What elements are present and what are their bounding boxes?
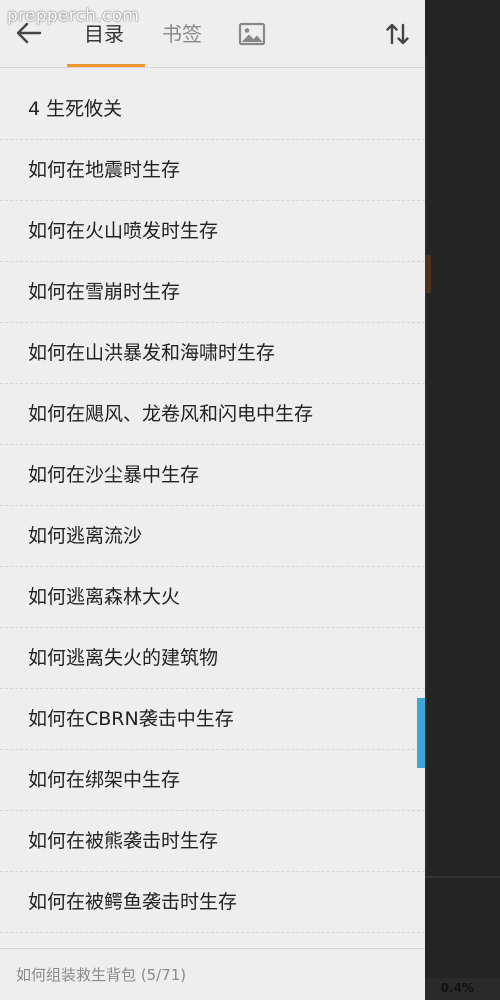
toc-list: 4 生死攸关 如何在地震时生存 如何在火山喷发时生存 如何在雪崩时生存 如何在山… <box>0 79 425 933</box>
sort-icon <box>386 23 409 45</box>
toc-item[interactable]: 如何在火山喷发时生存 <box>0 201 425 262</box>
reader-status-bar: 0.4% <box>425 978 500 1000</box>
sort-button[interactable] <box>382 18 414 50</box>
toc-item[interactable]: 如何在绑架中生存 <box>0 750 425 811</box>
toc-drawer: prepperch.com 目录 书签 4 生死攸关 如何在地震时生存 如何在火… <box>0 0 425 1000</box>
active-tab-indicator <box>67 64 145 67</box>
toc-item[interactable]: 如何在雪崩时生存 <box>0 262 425 323</box>
tab-bookmarks[interactable]: 书签 <box>162 18 202 50</box>
toc-item[interactable]: 如何在被熊袭击时生存 <box>0 811 425 872</box>
toc-item[interactable]: 如何逃离失火的建筑物 <box>0 628 425 689</box>
toc-item[interactable]: 如何逃离流沙 <box>0 506 425 567</box>
tab-images[interactable] <box>238 21 266 47</box>
toc-item[interactable]: 4 生死攸关 <box>0 79 425 140</box>
reading-progress: 0.4% <box>440 981 474 995</box>
toc-item[interactable]: 如何在被鳄鱼袭击时生存 <box>0 872 425 933</box>
page-bottom-divider <box>425 876 500 878</box>
toc-item[interactable]: 如何在沙尘暴中生存 <box>0 445 425 506</box>
page-edge <box>425 55 427 875</box>
toc-item[interactable]: 如何在CBRN袭击中生存 <box>0 689 425 750</box>
toc-item[interactable]: 如何在山洪暴发和海啸时生存 <box>0 323 425 384</box>
watermark: prepperch.com <box>7 6 140 26</box>
toc-item[interactable]: 如何逃离森林大火 <box>0 567 425 628</box>
image-icon <box>238 22 266 46</box>
reader-page-backdrop[interactable] <box>425 0 500 1000</box>
page-accent-mark <box>425 255 431 293</box>
current-chapter-footer[interactable]: 如何组装救生背包 (5/71) <box>0 948 425 1000</box>
toc-item[interactable]: 如何在地震时生存 <box>0 140 425 201</box>
toc-item[interactable]: 如何在飓风、龙卷风和闪电中生存 <box>0 384 425 445</box>
scroll-indicator[interactable] <box>417 698 425 768</box>
